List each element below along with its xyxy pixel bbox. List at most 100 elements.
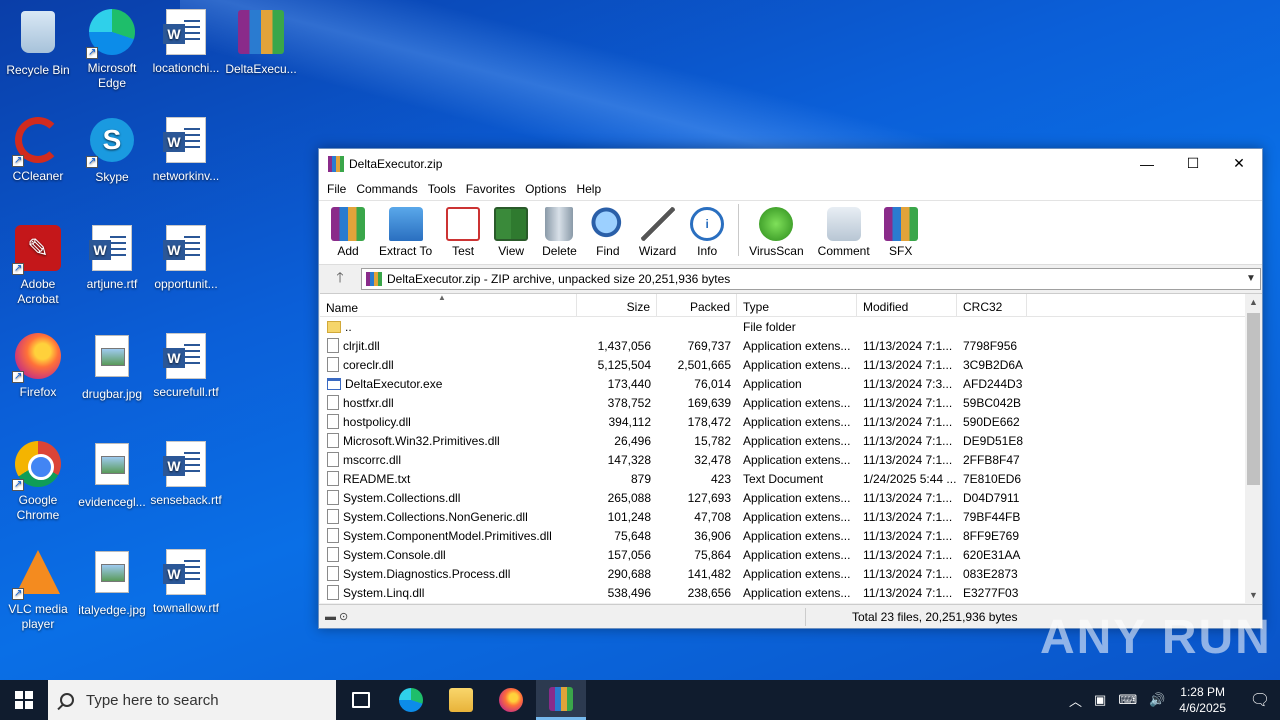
- vlc-icon: [12, 550, 62, 601]
- desktop-icon-ccleaner[interactable]: CCleaner: [0, 116, 76, 184]
- sfx-button[interactable]: SFX: [883, 207, 918, 258]
- volume-icon[interactable]: 🔊: [1149, 692, 1165, 708]
- desktop-icon-drugbar[interactable]: drugbar.jpg: [74, 332, 150, 402]
- menu-file[interactable]: File: [322, 182, 351, 196]
- file-row[interactable]: README.txt 879 423 Text Document 1/24/2025 5…: [320, 469, 1262, 488]
- desktop-icon-vlc[interactable]: VLC media player: [0, 548, 76, 632]
- minimize-button[interactable]: —: [1124, 149, 1170, 178]
- desktop-icon-networkinv[interactable]: networkinv...: [148, 116, 224, 184]
- file-row[interactable]: DeltaExecutor.exe 173,440 76,014 Applicatio…: [320, 374, 1262, 393]
- desktop-icon-italyedge[interactable]: italyedge.jpg: [74, 548, 150, 618]
- column-header-name[interactable]: Name ▲: [320, 294, 577, 316]
- file-icon: [327, 338, 339, 353]
- file-row[interactable]: System.Diagnostics.Process.dll 290,688 141…: [320, 564, 1262, 583]
- file-icon: [327, 395, 339, 410]
- desktop-icon-acrobat[interactable]: ✎ Adobe Acrobat: [0, 224, 76, 307]
- virusscan-button[interactable]: VirusScan: [749, 207, 804, 258]
- desktop-icon-senseback[interactable]: senseback.rtf: [148, 440, 224, 508]
- file-row[interactable]: .. File folder: [320, 317, 1262, 336]
- clock[interactable]: 1:28 PM 4/6/2025: [1179, 684, 1226, 716]
- file-name: System.ComponentModel.Primitives.dll: [343, 528, 552, 543]
- file-crc32: E3277F03: [963, 585, 1019, 600]
- close-button[interactable]: ✕: [1216, 149, 1262, 178]
- menu-favorites[interactable]: Favorites: [461, 182, 520, 196]
- file-packed: 238,656: [687, 585, 731, 600]
- file-row[interactable]: System.Collections.NonGeneric.dll 101,248…: [320, 507, 1262, 526]
- desktop-icon-evidencegl[interactable]: evidencegl...: [74, 440, 150, 510]
- file-size: 101,248: [607, 509, 651, 524]
- menu-help[interactable]: Help: [571, 182, 606, 196]
- file-row[interactable]: System.ComponentModel.Primitives.dll 75,6…: [320, 526, 1262, 545]
- word-doc-icon: [162, 117, 210, 165]
- desktop-icon-chrome[interactable]: Google Chrome: [0, 440, 76, 523]
- network-icon[interactable]: ▣: [1094, 692, 1106, 708]
- taskbar-file-explorer[interactable]: [436, 680, 486, 720]
- file-row[interactable]: mscorrc.dll 147,328 32,478 Application exte…: [320, 450, 1262, 469]
- file-size: 1,437,056: [597, 338, 651, 353]
- chevron-up-icon[interactable]: ︿: [1069, 691, 1082, 710]
- column-header-size[interactable]: Size: [577, 294, 657, 316]
- tool-label: Find: [596, 244, 620, 258]
- file-row[interactable]: Microsoft.Win32.Primitives.dll 26,496 15,7…: [320, 431, 1262, 450]
- column-header-crc32[interactable]: CRC32: [957, 294, 1027, 316]
- up-arrow-icon[interactable]: 🡑: [319, 267, 361, 291]
- folder-icon: [449, 688, 473, 712]
- desktop-icon-opportunit[interactable]: opportunit...: [148, 224, 224, 292]
- desktop-icon-firefox[interactable]: Firefox: [0, 332, 76, 400]
- file-row[interactable]: hostfxr.dll 378,752 169,639 Application ext…: [320, 393, 1262, 412]
- taskbar-firefox[interactable]: [486, 680, 536, 720]
- scroll-up-icon[interactable]: ▲: [1245, 294, 1262, 311]
- desktop-icon-recycle-bin[interactable]: Recycle Bin: [0, 8, 76, 78]
- column-header-type[interactable]: Type: [737, 294, 857, 316]
- scroll-thumb[interactable]: [1247, 313, 1260, 485]
- maximize-button[interactable]: ☐: [1170, 149, 1216, 178]
- comment-button[interactable]: Comment: [818, 207, 870, 258]
- desktop-icon-edge[interactable]: Microsoft Edge: [74, 8, 150, 91]
- desktop-icon-label: townallow.rtf: [152, 601, 220, 615]
- view-button[interactable]: View: [494, 207, 529, 258]
- desktop-icon-skype[interactable]: S Skype: [74, 116, 150, 185]
- scroll-down-icon[interactable]: ▼: [1245, 587, 1262, 603]
- file-crc32: 3C9B2D6A: [963, 357, 1024, 372]
- menu-commands[interactable]: Commands: [351, 182, 422, 196]
- chevron-down-icon[interactable]: ▼: [1242, 273, 1260, 284]
- notification-icon[interactable]: 🗨: [1240, 690, 1280, 710]
- menu-tools[interactable]: Tools: [423, 182, 461, 196]
- address-bar[interactable]: DeltaExecutor.zip - ZIP archive, unpacke…: [361, 267, 1261, 290]
- wifi-icon[interactable]: ⌨: [1118, 692, 1137, 708]
- file-row[interactable]: hostpolicy.dll 394,112 178,472 Application …: [320, 412, 1262, 431]
- info-button[interactable]: i Info: [690, 207, 725, 258]
- file-modified: 11/13/2024 7:1...: [863, 414, 953, 429]
- file-modified: 11/13/2024 7:1...: [863, 433, 953, 448]
- desktop-icon-locationchi[interactable]: locationchi...: [148, 8, 224, 76]
- add-button[interactable]: Add: [331, 207, 365, 258]
- column-header-modified[interactable]: Modified: [857, 294, 957, 316]
- desktop-icon-artjune[interactable]: artjune.rtf: [74, 224, 150, 292]
- taskbar-search[interactable]: Type here to search: [48, 680, 336, 720]
- delete-button[interactable]: Delete: [542, 207, 577, 258]
- desktop-icon-deltaexecutor[interactable]: DeltaExecu...: [223, 8, 299, 77]
- drive-icon[interactable]: ▬ ⊙: [319, 610, 355, 623]
- file-row[interactable]: System.Console.dll 157,056 75,864 Applicati…: [320, 545, 1262, 564]
- edge-icon: [86, 9, 136, 60]
- file-row[interactable]: System.Linq.dll 538,496 238,656 Application…: [320, 583, 1262, 602]
- find-button[interactable]: Find: [590, 207, 625, 258]
- start-button[interactable]: [0, 680, 48, 720]
- column-header-packed[interactable]: Packed: [657, 294, 737, 316]
- vertical-scrollbar[interactable]: ▲ ▼: [1245, 294, 1262, 603]
- taskbar-winrar[interactable]: [536, 680, 586, 720]
- extract-to-button[interactable]: Extract To: [379, 207, 432, 258]
- wizard-button[interactable]: Wizard: [639, 207, 676, 258]
- file-row[interactable]: coreclr.dll 5,125,504 2,501,665 Application…: [320, 355, 1262, 374]
- desktop-icon-securefull[interactable]: securefull.rtf: [148, 332, 224, 400]
- menu-options[interactable]: Options: [520, 182, 571, 196]
- file-icon: [327, 585, 339, 600]
- task-view-button[interactable]: [336, 680, 386, 720]
- title-bar[interactable]: DeltaExecutor.zip — ☐ ✕: [319, 149, 1262, 178]
- desktop-icon-townallow[interactable]: townallow.rtf: [148, 548, 224, 616]
- file-row[interactable]: System.Collections.dll 265,088 127,693 Appl…: [320, 488, 1262, 507]
- test-button[interactable]: Test: [446, 207, 481, 258]
- taskbar-edge[interactable]: [386, 680, 436, 720]
- file-row[interactable]: clrjit.dll 1,437,056 769,737 Application ex…: [320, 336, 1262, 355]
- file-name-cell: hostfxr.dll: [320, 395, 577, 410]
